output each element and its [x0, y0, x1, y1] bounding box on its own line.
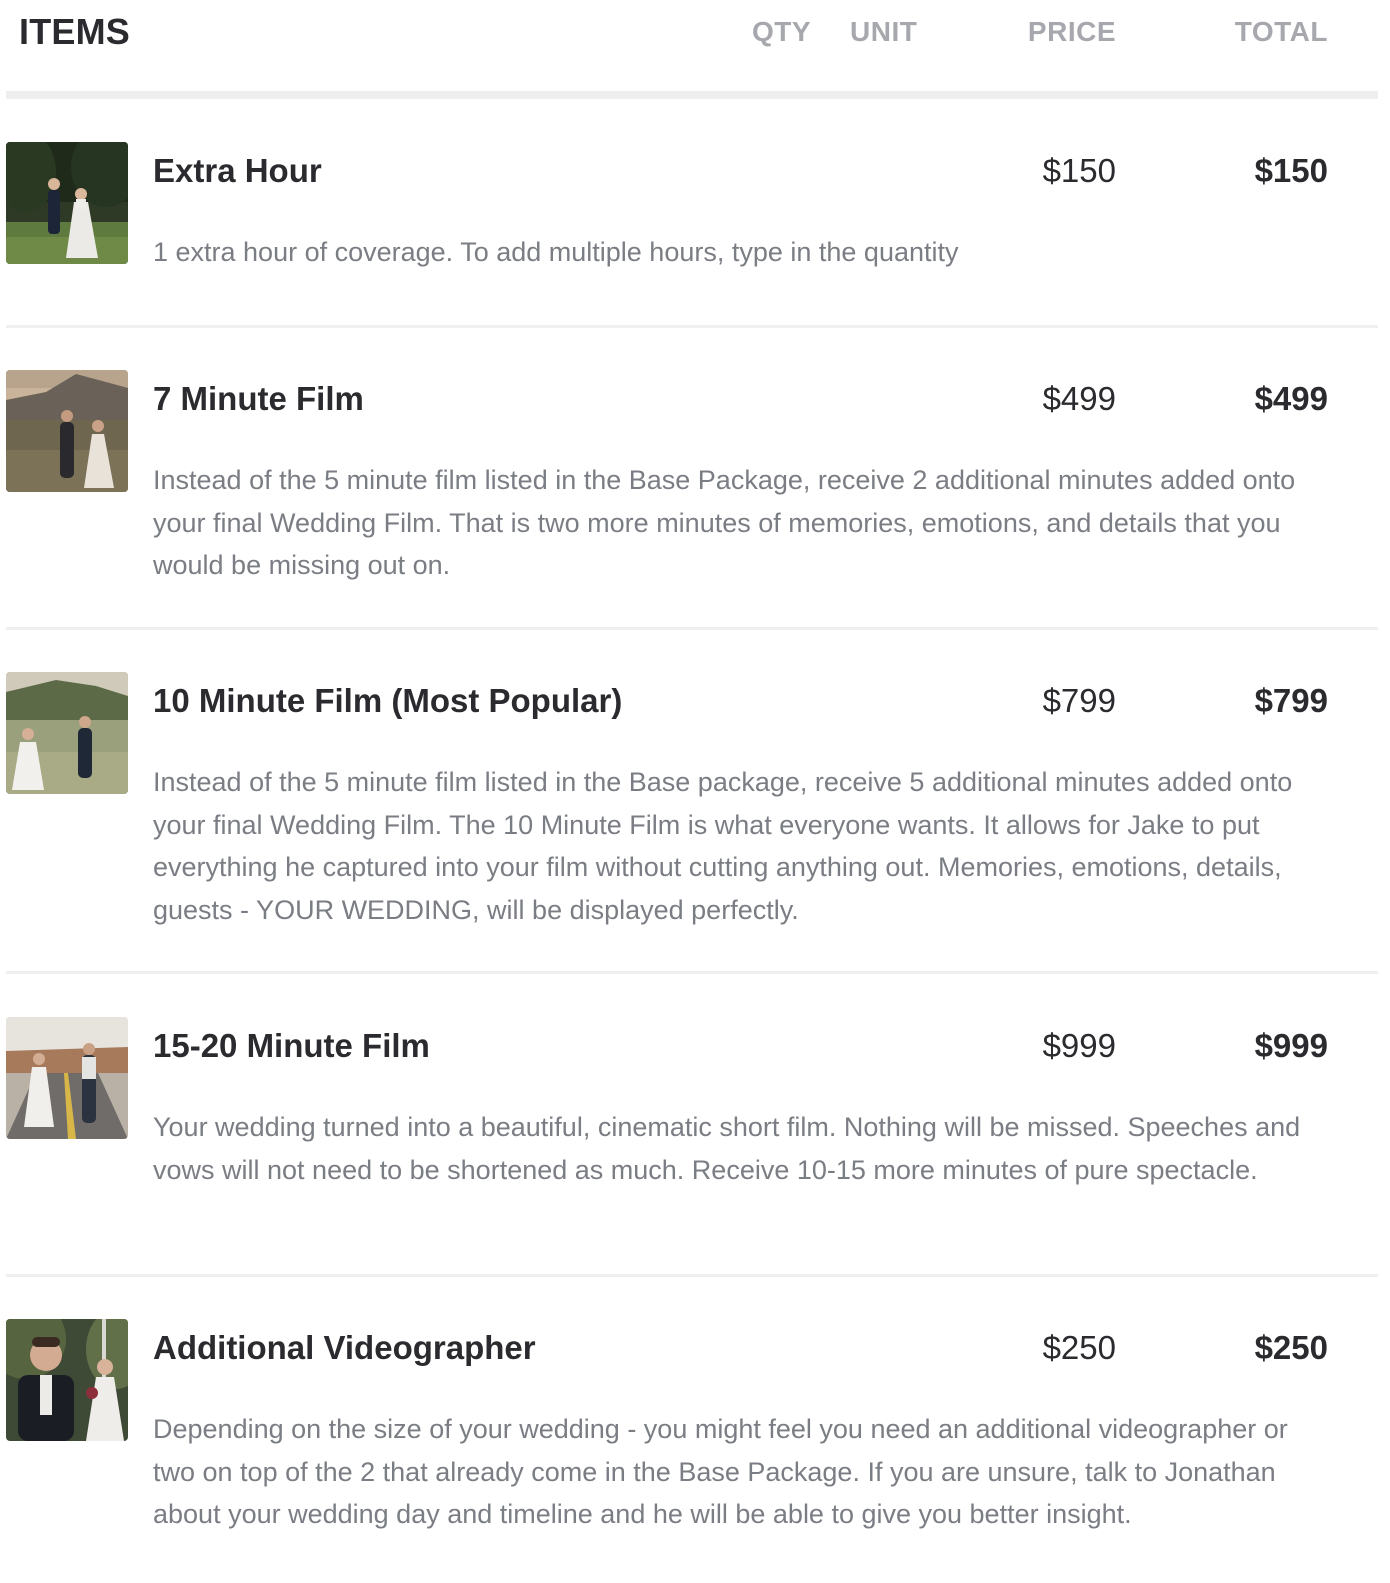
item-name: 7 Minute Film [153, 380, 364, 417]
item-description: Instead of the 5 minute film listed in t… [153, 767, 1293, 925]
item-name: 15-20 Minute Film [153, 1027, 430, 1064]
items-heading: ITEMS [19, 11, 131, 52]
item-price: $999 [1042, 1027, 1116, 1064]
item-thumbnail [6, 142, 128, 264]
row-divider [6, 1274, 1378, 1277]
row-divider [6, 971, 1378, 974]
items-table-header: ITEMS QTY UNIT PRICE TOTAL [0, 0, 1390, 92]
item-price: $250 [1042, 1329, 1116, 1366]
groom-and-bride-portrait-photo [6, 1319, 128, 1441]
item-description: Instead of the 5 minute film listed in t… [153, 465, 1296, 580]
item-price: $150 [1042, 152, 1116, 189]
row-divider [6, 325, 1378, 328]
header-divider [6, 91, 1378, 99]
item-price: $799 [1042, 682, 1116, 719]
couple-in-meadow-photo [6, 142, 128, 264]
item-description: Your wedding turned into a beautiful, ci… [153, 1112, 1301, 1185]
item-name: 10 Minute Film (Most Popular) [153, 682, 623, 719]
item-thumbnail [6, 672, 128, 794]
item-thumbnail [6, 1319, 128, 1441]
couple-at-sunset-photo [6, 370, 128, 492]
qty-column-header: QTY [752, 16, 812, 47]
row-divider [6, 627, 1378, 630]
item-price: $499 [1042, 380, 1116, 417]
total-column-header: TOTAL [1234, 16, 1328, 47]
item-total: $499 [1254, 380, 1328, 417]
item-description: Depending on the size of your wedding - … [153, 1414, 1288, 1529]
couple-walking-field-photo [6, 672, 128, 794]
item-total: $799 [1254, 682, 1328, 719]
item-thumbnail [6, 370, 128, 492]
item-name: Extra Hour [153, 152, 322, 189]
item-total: $150 [1254, 152, 1328, 189]
item-thumbnail [6, 1017, 128, 1139]
item-total: $250 [1254, 1329, 1328, 1366]
price-column-header: PRICE [1027, 16, 1116, 47]
item-total: $999 [1254, 1027, 1328, 1064]
unit-column-header: UNIT [850, 16, 918, 47]
item-description: 1 extra hour of coverage. To add multipl… [153, 237, 959, 267]
couple-on-road-photo [6, 1017, 128, 1139]
item-name: Additional Videographer [153, 1329, 536, 1366]
